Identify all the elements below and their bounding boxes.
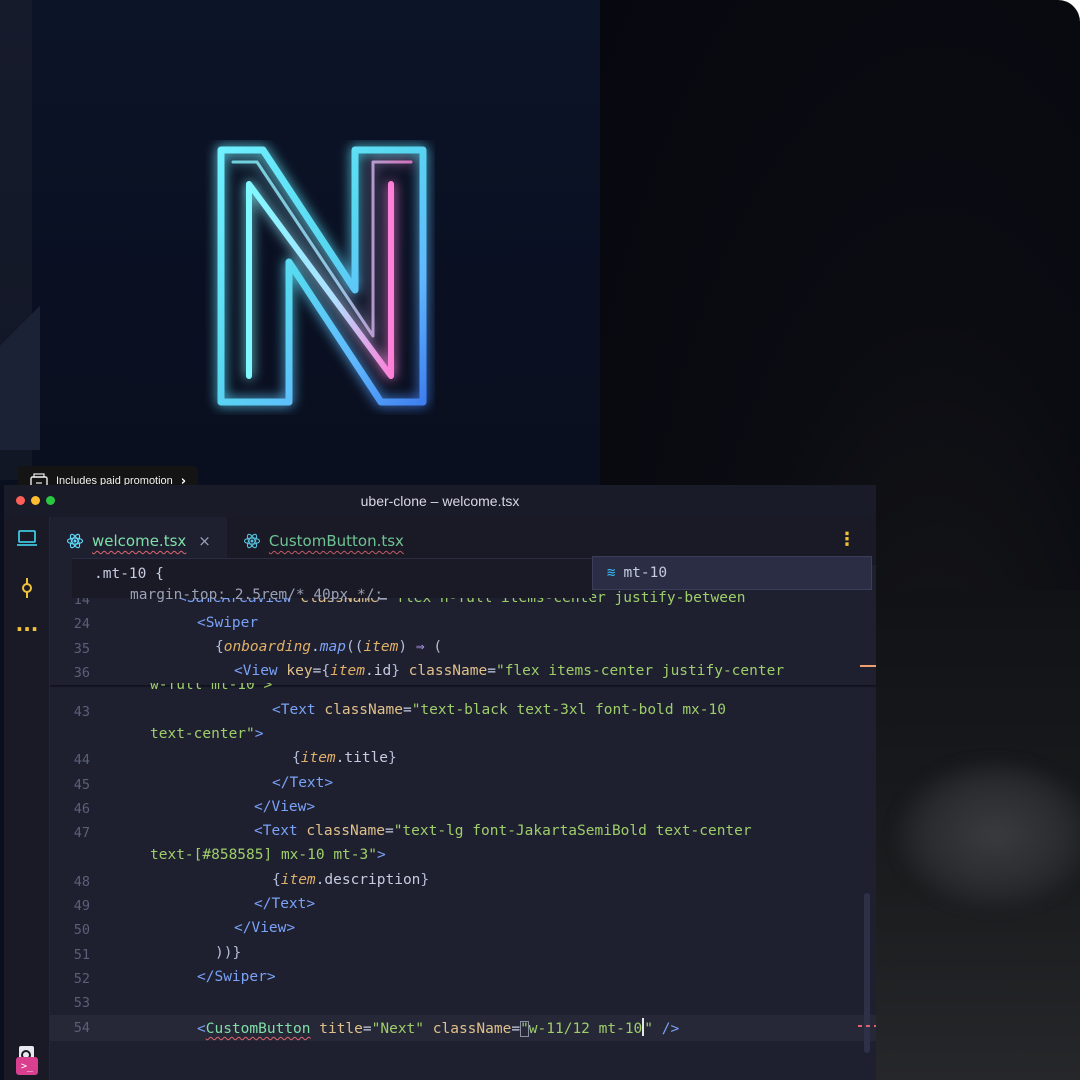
code-line-43-wrap: text-center"> xyxy=(150,726,264,742)
line-number: 47 xyxy=(73,825,90,841)
code-line-35: {onboarding.map((item) ⇒ ( xyxy=(215,639,443,655)
hover-popup: .mt-10 { margin-top: 2.5rem/* 40px */; xyxy=(72,558,592,603)
line-number: 53 xyxy=(73,995,90,1011)
line-number: 51 xyxy=(73,947,90,963)
terminal-icon[interactable]: >_ xyxy=(16,1057,38,1075)
git-commit-icon xyxy=(22,578,32,598)
code-line-50: </View> xyxy=(234,920,296,936)
suggestion-label: mt-10 xyxy=(623,565,668,581)
line-number: 54 xyxy=(73,1020,90,1036)
laptop-icon xyxy=(17,530,37,546)
line-number: 52 xyxy=(73,971,90,987)
code-line-54: <CustomButton title="Next" className="w-… xyxy=(197,1018,679,1037)
line-number: 50 xyxy=(73,922,90,938)
zoom-window-button[interactable] xyxy=(46,496,55,505)
activity-bar: ··· xyxy=(4,517,50,1080)
code-line-44: {item.title} xyxy=(292,750,397,766)
code-line-24: <Swiper xyxy=(197,615,259,631)
close-window-button[interactable] xyxy=(16,496,25,505)
code-line-48: {item.description} xyxy=(272,872,430,888)
line-number: 36 xyxy=(73,665,90,681)
close-tab-icon[interactable]: × xyxy=(198,532,211,550)
code-line-46: </View> xyxy=(254,799,316,815)
title-bar: uber-clone – welcome.tsx xyxy=(4,485,876,517)
code-line-45: </Text> xyxy=(272,775,334,791)
code-line-wrapped: w-full mt-10"> xyxy=(150,677,273,693)
css-declaration: margin-top: 2.5rem/* 40px */; xyxy=(130,587,384,603)
background-edge xyxy=(0,0,40,480)
css-selector: .mt-10 { xyxy=(94,566,164,582)
n-logo-icon xyxy=(217,146,427,406)
line-number: 44 xyxy=(73,752,90,768)
line-number: 45 xyxy=(73,777,90,793)
line-number: 35 xyxy=(73,641,90,657)
tab-label: welcome.tsx xyxy=(92,532,187,550)
window-controls xyxy=(16,496,55,505)
autocomplete-suggestion[interactable]: ≋ mt-10 xyxy=(592,556,872,590)
tailwind-icon: ≋ xyxy=(607,565,616,581)
react-icon xyxy=(66,533,84,549)
more-actions-icon[interactable]: ⋮ xyxy=(838,531,856,549)
source-control-button[interactable] xyxy=(4,577,50,599)
code-line-47: <Text className="text-lg font-JakartaSem… xyxy=(254,823,752,839)
code-line-52: </Swiper> xyxy=(197,969,276,985)
code-line-36: <View key={item.id} className="flex item… xyxy=(234,663,785,679)
line-number: 46 xyxy=(73,801,90,817)
react-icon xyxy=(243,533,260,549)
code-editor[interactable]: 9 14 24 35 36 43 44 45 46 47 48 49 50 51… xyxy=(50,565,876,1080)
more-icon[interactable]: ··· xyxy=(4,619,50,639)
tab-label: CustomButton.tsx xyxy=(268,532,404,550)
code-line-43: <Text className="text-black text-3xl fon… xyxy=(272,702,726,718)
line-number: 48 xyxy=(73,874,90,890)
minimize-window-button[interactable] xyxy=(31,496,40,505)
explorer-button[interactable] xyxy=(4,529,50,547)
line-number: 24 xyxy=(73,616,90,632)
code-line-47-wrap: text-[#858585] mx-10 mt-3"> xyxy=(150,847,386,863)
code-line-51: ))} xyxy=(215,945,242,961)
blurred-object xyxy=(895,760,1080,910)
window-title: uber-clone – welcome.tsx xyxy=(360,493,520,509)
code-line-49: </Text> xyxy=(254,896,316,912)
line-number: 49 xyxy=(73,898,90,914)
line-number: 43 xyxy=(73,704,90,720)
